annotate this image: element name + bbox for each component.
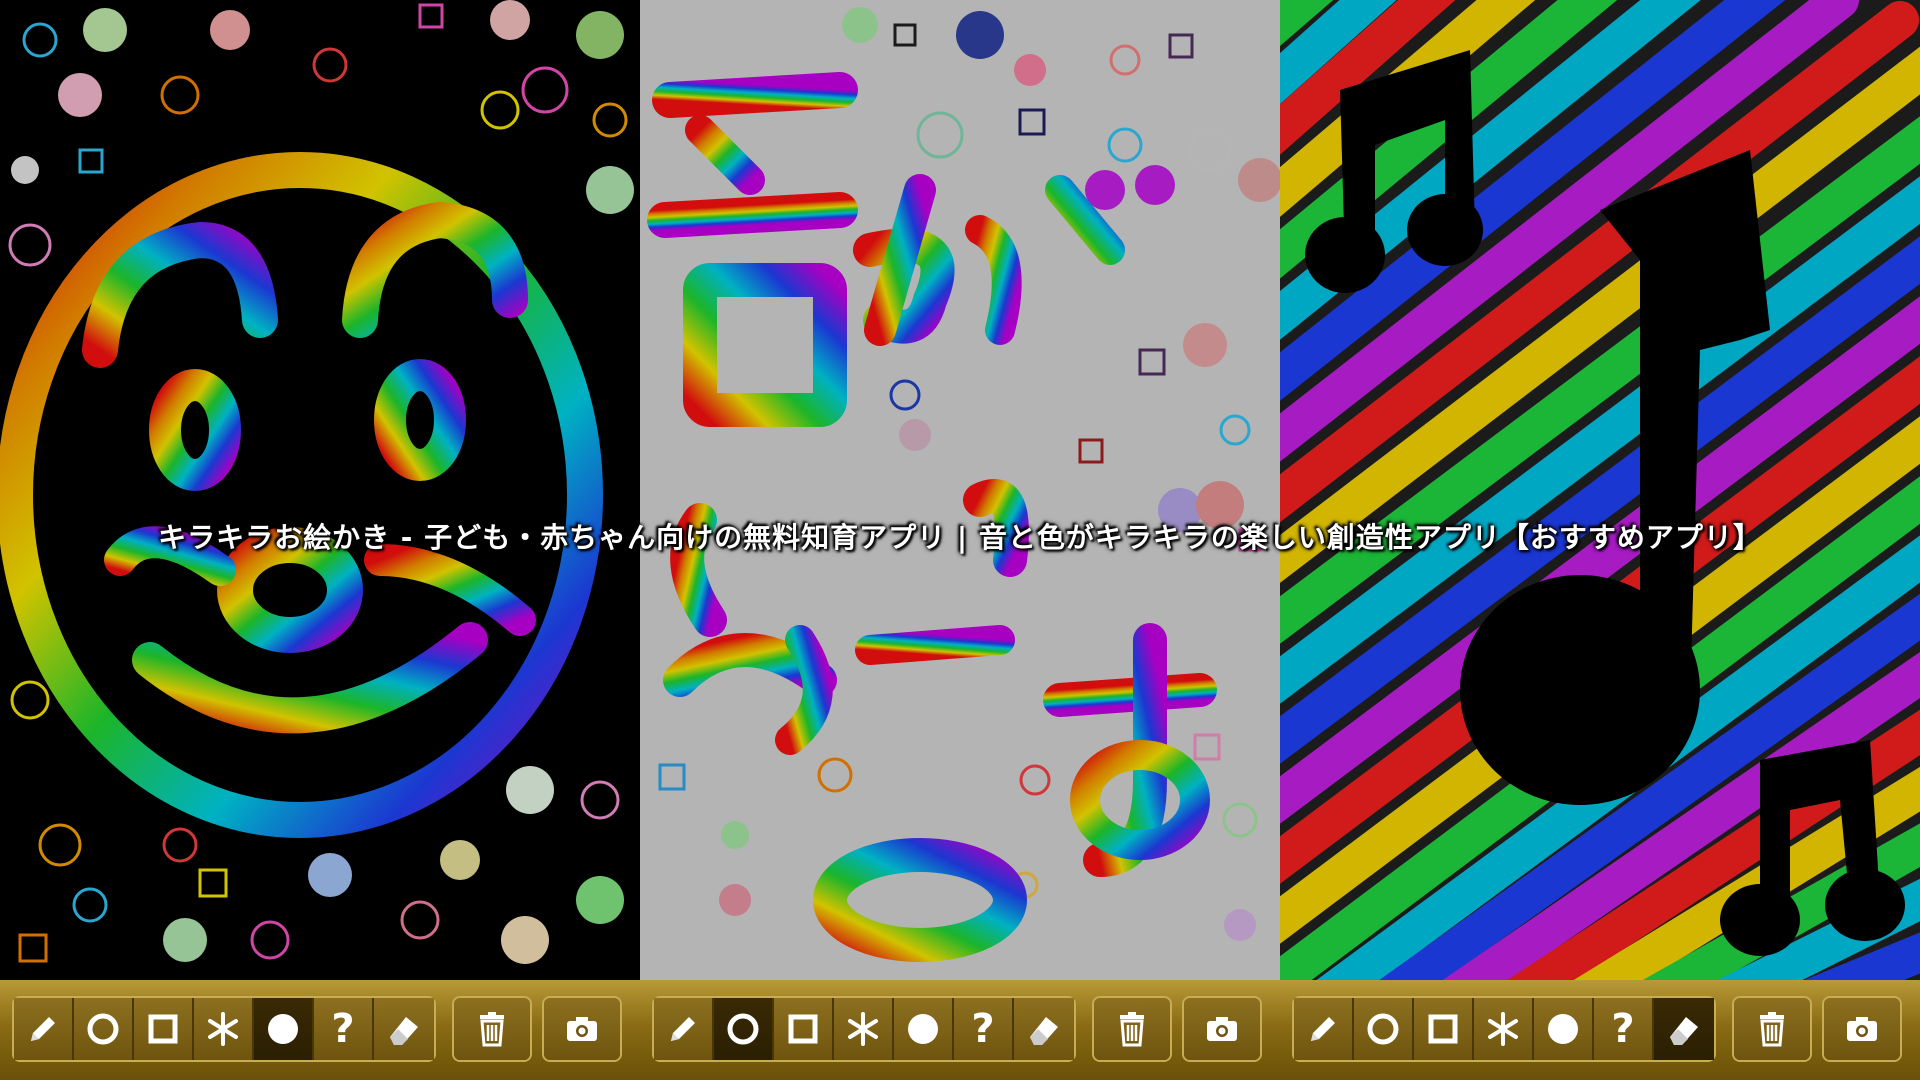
square-stamp-icon [143, 1009, 183, 1049]
camera-button[interactable] [1184, 998, 1260, 1060]
random-stamp-icon: ? [331, 1006, 355, 1052]
dot-stamp-icon [903, 1009, 943, 1049]
panel-face-drawing[interactable] [0, 0, 640, 980]
trash-button[interactable] [1094, 998, 1170, 1060]
face-drawing [0, 0, 634, 964]
star-stamp-button[interactable] [834, 998, 894, 1060]
panel-music-notes-drawing[interactable] [1280, 0, 1920, 980]
drawing-panels [0, 0, 1920, 980]
square-stamp-button[interactable] [1414, 998, 1474, 1060]
trash-icon [472, 1009, 512, 1049]
trash-icon [1112, 1009, 1152, 1049]
eraser-icon [1664, 1009, 1704, 1049]
eraser-icon [384, 1009, 424, 1049]
panel-text-drawing[interactable] [640, 0, 1280, 980]
music-notes-drawing [1280, 0, 1920, 980]
camera-button-group [542, 996, 622, 1062]
camera-button-group [1822, 996, 1902, 1062]
trash-button[interactable] [1734, 998, 1810, 1060]
dot-stamp-icon [1543, 1009, 1583, 1049]
circle-stamp-button[interactable] [1354, 998, 1414, 1060]
camera-button-group [1182, 996, 1262, 1062]
eraser-icon [1024, 1009, 1064, 1049]
pen-button[interactable] [14, 998, 74, 1060]
rainbow-stripes [1280, 0, 1920, 980]
trash-button-group [1732, 996, 1812, 1062]
face-strokes [0, 152, 603, 838]
random-stamp-button[interactable]: ? [1594, 998, 1654, 1060]
star-stamp-button[interactable] [1474, 998, 1534, 1060]
eraser-button[interactable] [1014, 998, 1074, 1060]
eraser-button[interactable] [374, 998, 434, 1060]
star-stamp-icon [203, 1009, 243, 1049]
camera-icon [562, 1009, 602, 1049]
text-drawing [647, 2, 1280, 962]
pen-button[interactable] [654, 998, 714, 1060]
dot-stamp-icon [263, 1009, 303, 1049]
trash-button-group [452, 996, 532, 1062]
pen-button[interactable] [1294, 998, 1354, 1060]
dot-stamp-button[interactable] [254, 998, 314, 1060]
trash-icon [1752, 1009, 1792, 1049]
circle-stamp-icon [83, 1009, 123, 1049]
star-stamp-icon [1483, 1009, 1523, 1049]
trash-button[interactable] [454, 998, 530, 1060]
tool-group: ? [652, 996, 1076, 1062]
camera-icon [1202, 1009, 1242, 1049]
square-stamp-icon [783, 1009, 823, 1049]
circle-stamp-button[interactable] [74, 998, 134, 1060]
tool-group: ? [1292, 996, 1716, 1062]
square-stamp-icon [1423, 1009, 1463, 1049]
sparkle-stamps-top [8, 0, 634, 267]
pen-icon [1303, 1009, 1343, 1049]
camera-button[interactable] [544, 998, 620, 1060]
star-stamp-button[interactable] [194, 998, 254, 1060]
random-stamp-button[interactable]: ? [314, 998, 374, 1060]
random-stamp-icon: ? [1611, 1006, 1635, 1052]
square-stamp-button[interactable] [774, 998, 834, 1060]
eraser-button[interactable] [1654, 998, 1714, 1060]
circle-stamp-icon [1363, 1009, 1403, 1049]
tool-group: ? [12, 996, 436, 1062]
circle-stamp-icon [723, 1009, 763, 1049]
dot-stamp-button[interactable] [1534, 998, 1594, 1060]
camera-button[interactable] [1824, 998, 1900, 1060]
square-stamp-button[interactable] [134, 998, 194, 1060]
bottom-toolbar: ??? [0, 980, 1920, 1080]
camera-icon [1842, 1009, 1882, 1049]
random-stamp-icon: ? [971, 1006, 995, 1052]
circle-stamp-button[interactable] [714, 998, 774, 1060]
random-stamp-button[interactable]: ? [954, 998, 1014, 1060]
dot-stamp-button[interactable] [894, 998, 954, 1060]
trash-button-group [1092, 996, 1172, 1062]
page-headline: キラキラお絵かき - 子ども・赤ちゃん向けの無料知育アプリ | 音と色がキラキラ… [158, 521, 1762, 554]
pen-icon [23, 1009, 63, 1049]
pen-icon [663, 1009, 703, 1049]
star-stamp-icon [843, 1009, 883, 1049]
